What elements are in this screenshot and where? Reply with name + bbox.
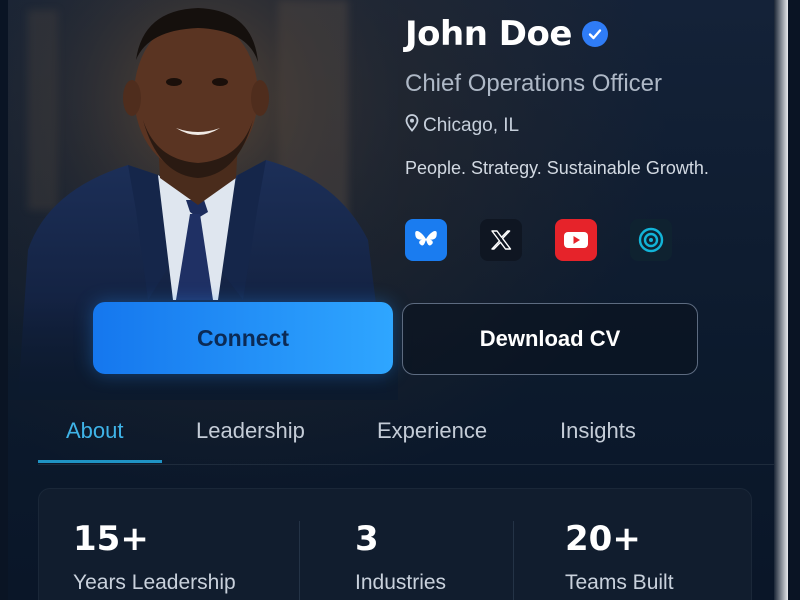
name-row: John Doe xyxy=(405,14,608,54)
x-icon[interactable] xyxy=(480,219,522,261)
stats-panel: 15+ Years Leadership 3 Industries 20+ Te… xyxy=(38,488,752,600)
job-title: Chief Operations Officer xyxy=(405,70,663,97)
social-links xyxy=(405,219,672,261)
profile-card: John Doe Chief Operations Officer Chicag… xyxy=(8,0,788,600)
verified-badge-icon xyxy=(581,21,608,47)
active-tab-indicator xyxy=(38,460,162,463)
stat-divider xyxy=(513,521,514,600)
youtube-icon[interactable] xyxy=(555,219,597,261)
location-pin-icon xyxy=(405,114,419,138)
tab-experience[interactable]: Experience xyxy=(377,418,487,444)
stat-label: Teams Built xyxy=(565,571,674,594)
stat-item: 20+ Teams Built xyxy=(565,519,674,595)
stat-value: 15+ xyxy=(73,519,149,559)
stat-label: Industries xyxy=(355,571,447,594)
tab-leadership[interactable]: Leadership xyxy=(196,418,305,444)
window-edge xyxy=(774,0,788,600)
profile-name: John Doe xyxy=(405,14,572,54)
stat-label: Years Leadership xyxy=(73,571,236,594)
download-cv-button[interactable]: Dewnload CV xyxy=(402,303,698,375)
location-text: Chicago, IL xyxy=(423,115,520,136)
tab-bar: About Leadership Experience Insights xyxy=(38,410,778,465)
location: Chicago, IL xyxy=(405,114,519,138)
stat-item: 3 Industries xyxy=(355,519,446,595)
tagline: People. Strategy. Sustainable Growth. xyxy=(405,158,709,178)
stat-item: 15+ Years Leadership xyxy=(73,519,236,595)
stat-divider xyxy=(299,521,300,600)
target-icon[interactable] xyxy=(630,219,672,261)
tab-insights[interactable]: Insights xyxy=(560,418,636,444)
connect-button[interactable]: Connect xyxy=(93,302,393,374)
tab-about[interactable]: About xyxy=(66,418,124,444)
bluesky-icon[interactable] xyxy=(405,219,447,261)
stat-value: 3 xyxy=(355,519,379,559)
stat-value: 20+ xyxy=(565,519,641,559)
